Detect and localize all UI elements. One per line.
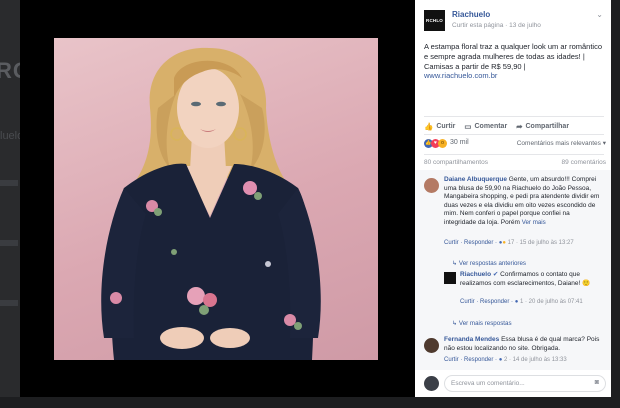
thumbs-up-icon: 👍	[424, 121, 434, 131]
divider	[424, 116, 604, 117]
reply-meta: Curtir · Responder · ● 1 · 20 de julho à…	[460, 299, 583, 305]
post-date[interactable]: 13 de julho	[509, 22, 541, 29]
comment-button[interactable]: ▭ Comentar	[464, 122, 507, 131]
verified-icon: ✔	[492, 271, 499, 278]
comment-input[interactable]: Escreva um comentário... ◙	[444, 375, 606, 392]
like-label: Curtir	[436, 122, 456, 130]
previous-replies-link[interactable]: ↳ Ver respostas anteriores	[452, 260, 526, 267]
reaction-count[interactable]: 30 mil	[450, 139, 469, 146]
speech-bubble-icon: ▭	[464, 121, 472, 131]
shares-count-link[interactable]: 80 compartilhamentos	[424, 159, 488, 166]
post-photo[interactable]	[54, 38, 378, 360]
more-replies-link[interactable]: ↳ Ver mais respostas	[452, 320, 512, 327]
share-arrow-icon: ➦	[516, 121, 523, 131]
post-panel: RCHLO Riachuelo Curtir esta página · 13 …	[415, 0, 611, 397]
avatar[interactable]	[424, 338, 439, 353]
comment-input-placeholder: Escreva um comentário...	[451, 380, 525, 387]
comment-item: Daiane Albuquerque Gente, um absurdo!!! …	[444, 176, 602, 228]
comment-sort-dropdown[interactable]: Comentários mais relevantes ▾	[517, 139, 606, 147]
reply-author-name-link[interactable]: Riachuelo	[460, 271, 491, 278]
comments-count-link[interactable]: 89 comentários	[562, 159, 606, 166]
background-block	[0, 180, 18, 186]
like-reaction-icon: ●	[498, 357, 503, 363]
comment-item: Fernanda Mendes Essa blusa é de qual mar…	[444, 336, 604, 353]
reply-arrow-icon: ↳	[452, 260, 458, 267]
engagement-counts: 80 compartilhamentos 89 comentários	[424, 159, 606, 166]
previous-replies-label: Ver respostas anteriores	[458, 260, 526, 267]
post-url-link[interactable]: www.riachuelo.com.br	[424, 71, 497, 80]
comment-actions[interactable]: Curtir · Responder ·	[444, 240, 497, 246]
comment-sort-label: Comentários mais relevantes	[516, 140, 601, 147]
comment-reaction-count[interactable]: 17	[508, 240, 515, 246]
background-block	[0, 240, 18, 246]
page-avatar[interactable]: RCHLO	[424, 10, 445, 31]
model-illustration	[101, 47, 321, 360]
page-logo-text: RCHLO	[426, 18, 443, 23]
page-gutter-bottom	[0, 397, 620, 408]
reply-item: Riachuelo ✔ Confirmamos o contato que re…	[460, 271, 602, 288]
page-name-link[interactable]: Riachuelo	[452, 10, 490, 19]
like-page-link[interactable]: Curtir esta página	[452, 22, 503, 29]
caret-down-icon: ▾	[602, 140, 606, 147]
reply-date[interactable]: 20 de julho às 07:41	[529, 299, 583, 305]
reply-avatar[interactable]	[444, 272, 456, 284]
commenter-name-link[interactable]: Fernanda Mendes	[444, 336, 499, 343]
comment-label: Comentar	[474, 122, 508, 130]
divider	[424, 134, 604, 135]
share-label: Compartilhar	[525, 122, 570, 130]
like-button[interactable]: 👍 Curtir	[424, 122, 455, 131]
post-header: RCHLO Riachuelo Curtir esta página · 13 …	[415, 0, 611, 36]
page-gutter-right	[611, 0, 620, 408]
current-user-avatar	[424, 376, 439, 391]
reply-actions[interactable]: Curtir · Responder ·	[460, 299, 513, 305]
comment-meta: Curtir · Responder · ● 2 · 14 de julho à…	[444, 357, 567, 363]
comment-meta: Curtir · Responder · ●● 17 · 15 de julho…	[444, 240, 574, 246]
post-caption: A estampa floral traz a qualquer look um…	[424, 42, 603, 71]
comments-section: Daiane Albuquerque Gente, um absurdo!!! …	[415, 170, 611, 370]
reaction-icons: ●	[502, 240, 506, 246]
avatar[interactable]	[424, 178, 439, 193]
camera-icon[interactable]: ◙	[595, 379, 599, 386]
comment-reaction-count[interactable]: 2	[504, 357, 507, 363]
post-text: A estampa floral traz a qualquer look um…	[424, 42, 606, 81]
wow-reaction-icon: o	[438, 139, 447, 148]
photo-theater[interactable]	[20, 0, 415, 397]
commenter-name-link[interactable]: Daiane Albuquerque	[444, 176, 507, 183]
comment-actions[interactable]: Curtir · Responder ·	[444, 357, 497, 363]
share-button[interactable]: ➦ Compartilhar	[516, 122, 569, 131]
post-actions: 👍 Curtir ▭ Comentar ➦ Compartilhar	[424, 120, 604, 132]
comment-composer: Escreva um comentário... ◙	[424, 375, 606, 393]
comment-date[interactable]: 15 de julho às 13:27	[520, 240, 574, 246]
divider	[424, 154, 604, 155]
more-replies-label: Ver mais respostas	[458, 320, 512, 327]
chevron-down-icon[interactable]: ⌄	[596, 10, 603, 19]
reply-arrow-icon: ↳	[452, 320, 458, 327]
background-block	[0, 300, 18, 306]
background-page: RC luelo	[0, 0, 29, 408]
comment-date[interactable]: 14 de julho às 13:33	[513, 357, 567, 363]
post-meta: Curtir esta página · 13 de julho	[452, 22, 541, 29]
smiley-icon: 🙂	[582, 279, 591, 287]
reply-reaction-count[interactable]: 1	[520, 299, 523, 305]
reaction-summary[interactable]: 👍 ♥ o 30 mil Comentários mais relevantes…	[424, 138, 606, 150]
like-reaction-icon: ●	[514, 299, 519, 305]
see-more-link[interactable]: Ver mais	[522, 219, 546, 226]
